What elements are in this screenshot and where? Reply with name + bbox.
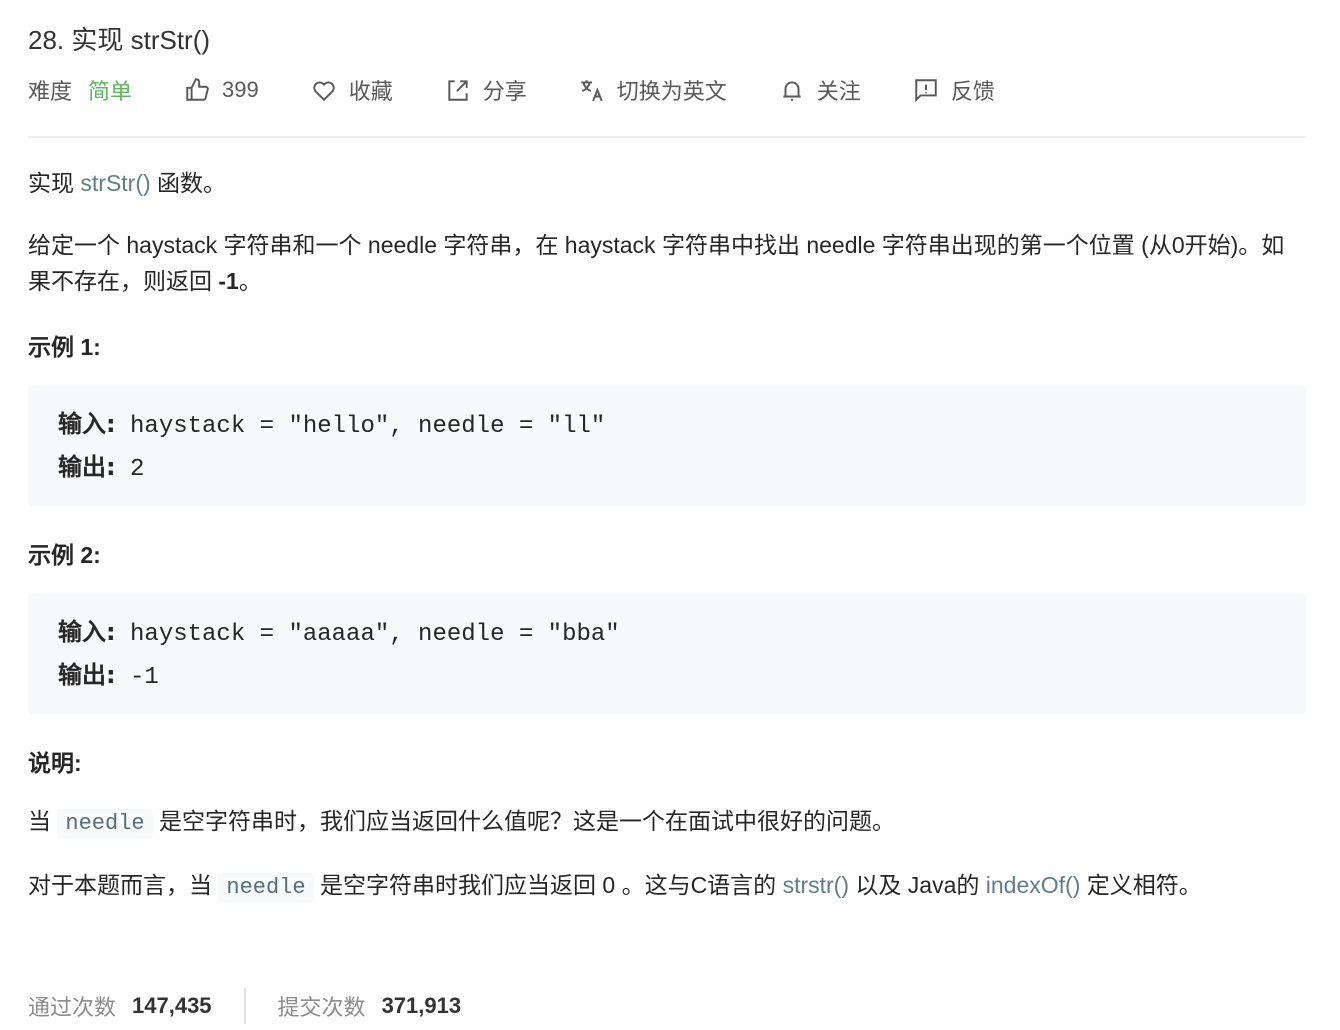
share-icon [448,80,468,101]
switch-language-label: 切换为英文 [616,79,727,104]
favorite-label: 收藏 [348,79,393,104]
feedback-icon [915,79,937,103]
like-count: 399 [222,77,259,102]
output-value: 2 [115,456,145,483]
text: 是空字符串时我们应当返回 0 。这与C语言的 [313,872,783,898]
share-label: 分享 [482,79,527,104]
example-2-block: 输入: haystack = "aaaaa", needle = "bba" 输… [28,594,1306,714]
accepted-count: 147,435 [132,993,212,1018]
inline-code: needle [57,809,153,838]
difficulty-value: 简单 [88,79,133,104]
output-label: 输出: [58,661,116,689]
accepted-label: 通过次数 [28,995,117,1020]
translate-icon [580,80,603,102]
heart-icon [313,81,335,102]
strstr-link[interactable]: strStr() [80,170,150,196]
divider [28,136,1306,138]
difficulty: 难度 简单 [28,74,132,106]
description-line-2: 给定一个 haystack 字符串和一个 needle 字符串，在 haysta… [28,227,1288,299]
input-value: haystack = "hello", needle = "ll" [115,413,606,440]
output-value: -1 [115,664,159,691]
follow-button[interactable]: 关注 [779,74,861,106]
stats-divider [243,988,246,1024]
text: 对于本题而言，当 [28,872,219,898]
output-label: 输出: [58,453,116,481]
indexof-link[interactable]: indexOf() [986,872,1081,898]
strstr-link[interactable]: strstr() [783,872,849,898]
like-button[interactable]: 399 [184,77,259,103]
note-heading: 说明: [28,750,82,776]
text: 函数。 [150,170,227,196]
text: 给定一个 haystack 字符串和一个 needle 字符串，在 haysta… [28,232,1285,294]
switch-language-button[interactable]: 切换为英文 [579,74,727,106]
feedback-label: 反馈 [950,79,995,104]
favorite-button[interactable]: 收藏 [311,74,393,106]
submissions-label: 提交次数 [277,995,366,1020]
example-2-heading: 示例 2: [28,542,101,568]
text: 当 [28,808,58,834]
problem-title: 28. 实现 strStr() [28,25,211,55]
follow-label: 关注 [816,79,861,104]
submissions-count: 371,913 [381,993,462,1018]
input-label: 输入: [58,410,116,438]
bold-value: -1 [218,268,239,294]
input-value: haystack = "aaaaa", needle = "bba" [115,621,620,648]
text: 。 [238,268,262,294]
text: 以及 Java的 [849,872,986,898]
text: 定义相符。 [1080,872,1202,898]
input-label: 输入: [58,618,116,646]
difficulty-label: 难度 [28,79,73,104]
note-line-2: 对于本题而言，当 needle 是空字符串时我们应当返回 0 。这与C语言的 s… [28,867,1306,906]
share-button[interactable]: 分享 [445,74,527,106]
thumbs-up-icon [186,78,209,101]
inline-code: needle [218,873,314,902]
bell-icon [783,81,801,101]
submission-stats: 通过次数 147,435 提交次数 371,913 [28,988,461,1024]
feedback-button[interactable]: 反馈 [913,74,995,106]
description-line-1: 实现 strStr() 函数。 [28,165,226,201]
note-line-1: 当 needle 是空字符串时，我们应当返回什么值呢？这是一个在面试中很好的问题… [28,803,895,842]
text: 是空字符串时，我们应当返回什么值呢？这是一个在面试中很好的问题。 [152,808,895,834]
text: 实现 [28,170,81,196]
example-1-block: 输入: haystack = "hello", needle = "ll" 输出… [28,386,1306,506]
problem-meta-bar: 难度 简单 399 收藏 分享 切换为英文 关注 反馈 [28,74,1047,106]
example-1-heading: 示例 1: [28,334,101,360]
